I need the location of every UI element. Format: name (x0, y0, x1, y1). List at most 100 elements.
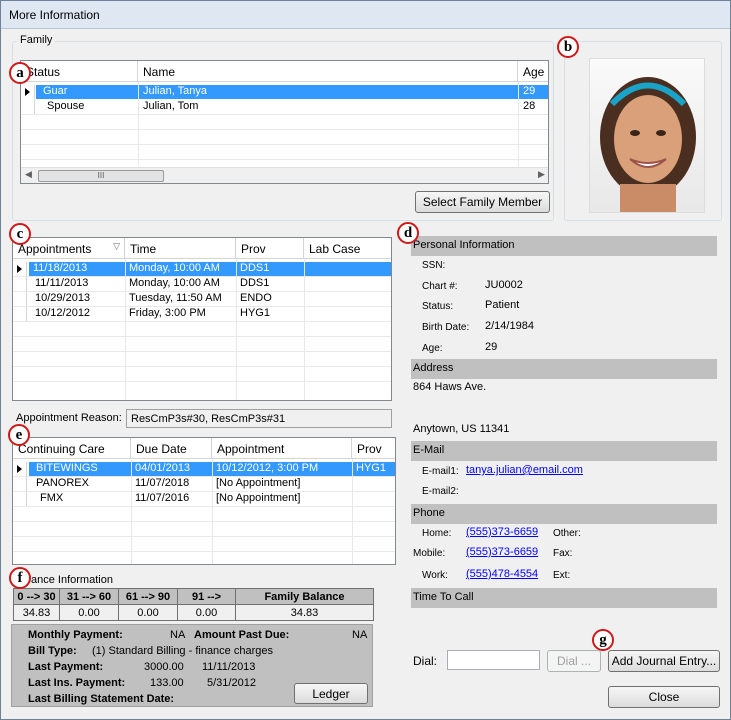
personal-info-header: Personal Information (411, 236, 717, 256)
recall-due-cell: 11/07/2018 (135, 477, 190, 489)
email1-link[interactable]: tanya.julian@email.com (466, 464, 583, 476)
status-value: Patient (485, 299, 520, 311)
scroll-right-icon[interactable]: ▶ (538, 169, 545, 180)
family-horizontal-scrollbar[interactable]: ◀ III ▶ (21, 167, 548, 183)
appointments-row-header (13, 292, 27, 306)
appointments-col-prov[interactable]: Prov (236, 238, 304, 259)
status-label: Status: (422, 301, 454, 312)
mobile-phone-link[interactable]: (555)373-6659 (466, 546, 538, 558)
appointment-date-cell: 11/18/2013 (33, 262, 88, 274)
callout-marker: a (9, 62, 31, 84)
appointments-col-time[interactable]: Time (125, 238, 236, 259)
grid-line (212, 459, 213, 564)
family-col-name[interactable]: Name (138, 61, 518, 82)
recall-col-prov[interactable]: Prov (352, 438, 395, 459)
appointment-date-cell: 10/29/2013 (35, 292, 91, 304)
birth-date-label: Birth Date: (422, 322, 470, 333)
callout-marker: g (592, 629, 614, 651)
family-status-cell: Guar (43, 85, 68, 97)
address-header: Address (411, 359, 717, 379)
recall-row-header (13, 477, 27, 491)
appointment-row[interactable]: 11/18/2013 Monday, 10:00 AM DDS1 (29, 262, 391, 276)
more-information-window: More Information Family Status Name Age … (0, 0, 731, 720)
aging-table: 0 --> 30 31 --> 60 61 --> 90 91 --> Fami… (13, 588, 374, 621)
scroll-left-icon[interactable]: ◀ (25, 169, 32, 180)
current-row-arrow-icon (17, 465, 22, 473)
last-statement-label: Last Billing Statement Date: (28, 693, 175, 705)
grid-line (21, 114, 548, 115)
patient-photo (589, 58, 705, 213)
appointment-time-cell: Monday, 10:00 AM (129, 277, 220, 289)
recall-col-type[interactable]: Continuing Care (13, 438, 131, 459)
grid-line (13, 291, 391, 292)
add-journal-entry-button[interactable]: Add Journal Entry... (608, 650, 720, 672)
last-payment-date: 11/11/2013 (202, 661, 256, 673)
recall-col-due[interactable]: Due Date (131, 438, 212, 459)
grid-line (13, 306, 391, 307)
aging-header: 31 --> 60 (59, 588, 119, 605)
appointment-row[interactable]: 11/11/2013 Monday, 10:00 AM DDS1 (29, 277, 391, 291)
select-family-member-button[interactable]: Select Family Member (415, 191, 550, 213)
last-ins-payment-amount: 133.00 (150, 677, 184, 689)
age-label: Age: (422, 343, 443, 354)
dial-label: Dial: (413, 654, 438, 668)
close-button[interactable]: Close (608, 686, 720, 708)
grid-line (13, 276, 391, 277)
recall-row-header (13, 492, 27, 506)
recall-prov-cell: HYG1 (356, 462, 386, 474)
work-phone-link[interactable]: (555)478-4554 (466, 568, 538, 580)
grid-line (13, 521, 395, 522)
grid-line (352, 459, 353, 564)
grid-line (131, 459, 132, 564)
appointment-row[interactable]: 10/29/2013 Tuesday, 11:50 AM ENDO (29, 292, 391, 306)
scroll-thumb[interactable]: III (38, 170, 164, 182)
dial-button[interactable]: Dial ... (547, 650, 601, 672)
last-ins-payment-date: 5/31/2012 (207, 677, 256, 689)
sort-filter-icon[interactable]: ▽ (113, 241, 120, 252)
grid-line (13, 536, 395, 537)
appointment-prov-cell: HYG1 (240, 307, 270, 319)
callout-marker: c (9, 223, 31, 245)
family-col-age[interactable]: Age (518, 61, 548, 82)
grid-line (138, 82, 139, 166)
family-age-cell: 28 (523, 100, 536, 112)
past-due-value: NA (352, 629, 368, 641)
grid-line (21, 129, 548, 130)
appointments-row-header (13, 307, 27, 321)
email1-label: E-mail1: (422, 466, 459, 477)
dial-input[interactable] (447, 650, 540, 670)
grid-line (13, 336, 391, 337)
recall-due-cell: 11/07/2016 (135, 492, 190, 504)
home-phone-link[interactable]: (555)373-6659 (466, 526, 538, 538)
ssn-label: SSN: (422, 260, 446, 271)
recall-appointment-cell: 10/12/2012, 3:00 PM (216, 462, 319, 474)
recall-due-cell: 04/01/2013 (135, 462, 191, 474)
last-ins-payment-label: Last Ins. Payment: (28, 677, 126, 689)
callout-marker: e (8, 424, 30, 446)
grid-line (13, 491, 395, 492)
recall-type-cell: PANOREX (36, 477, 89, 489)
grid-line (13, 321, 391, 322)
appointments-col-labcase[interactable]: Lab Case (304, 238, 391, 259)
past-due-label: Amount Past Due: (194, 629, 290, 641)
grid-line (13, 381, 391, 382)
balance-section-label: ance Information (31, 574, 113, 586)
phone-header: Phone (411, 504, 717, 524)
recall-col-appointment[interactable]: Appointment (212, 438, 352, 459)
appointment-time-cell: Friday, 3:00 PM (129, 307, 206, 319)
family-row[interactable]: Spouse Julian, Tom 28 (36, 100, 548, 114)
bill-type-label: Bill Type: (28, 645, 77, 657)
title-bar: More Information (1, 1, 730, 29)
appointment-reason-field[interactable]: ResCmP3s#30, ResCmP3s#31 (126, 409, 392, 428)
grid-line (125, 259, 126, 400)
callout-marker: b (557, 36, 579, 58)
current-row-arrow-icon (25, 88, 30, 96)
family-col-status[interactable]: Status (21, 61, 138, 82)
recall-type-cell: BITEWINGS (36, 462, 98, 474)
ledger-button[interactable]: Ledger (294, 683, 368, 704)
appointment-row[interactable]: 10/12/2012 Friday, 3:00 PM HYG1 (29, 307, 391, 321)
family-row[interactable]: Guar Julian, Tanya 29 (36, 85, 548, 99)
ext-label: Ext: (553, 570, 571, 581)
aging-value: 0.00 (177, 604, 236, 621)
appointments-col-date[interactable]: Appointments ▽ (13, 238, 125, 259)
